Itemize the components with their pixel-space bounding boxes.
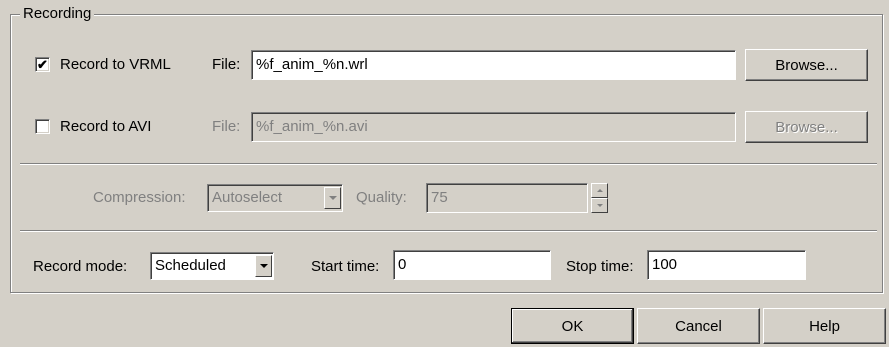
quality-spinner[interactable]: [591, 183, 608, 213]
spin-up-icon[interactable]: [591, 183, 608, 198]
separator: [20, 230, 877, 232]
vrml-browse-button[interactable]: Browse...: [745, 49, 868, 81]
quality-input[interactable]: 75: [426, 183, 588, 213]
compression-value: Autoselect: [212, 189, 283, 206]
record-mode-label: Record mode:: [33, 258, 128, 275]
separator: [20, 163, 877, 165]
help-button[interactable]: Help: [763, 308, 886, 344]
spin-down-icon[interactable]: [591, 198, 608, 213]
compression-select[interactable]: Autoselect: [207, 184, 343, 212]
start-time-input[interactable]: 0: [393, 250, 551, 280]
record-vrml-checkbox[interactable]: ✔: [35, 57, 50, 72]
avi-file-input[interactable]: %f_anim_%n.avi: [251, 112, 736, 142]
chevron-down-icon[interactable]: [255, 255, 272, 277]
record-avi-checkbox[interactable]: [35, 119, 50, 134]
record-mode-select[interactable]: Scheduled: [150, 252, 274, 280]
quality-label: Quality:: [356, 189, 407, 206]
record-avi-label: Record to AVI: [60, 118, 152, 135]
vrml-file-label: File:: [212, 56, 241, 73]
recording-group-title: Recording: [20, 5, 95, 23]
stop-time-input[interactable]: 100: [647, 250, 806, 280]
record-mode-value: Scheduled: [155, 257, 226, 274]
start-time-label: Start time:: [311, 258, 380, 275]
record-vrml-label: Record to VRML: [60, 56, 171, 73]
stop-time-label: Stop time:: [566, 258, 634, 275]
vrml-file-input[interactable]: %f_anim_%n.wrl: [251, 50, 736, 80]
avi-browse-button[interactable]: Browse...: [745, 111, 868, 143]
ok-button[interactable]: OK: [511, 308, 634, 344]
compression-label: Compression:: [93, 189, 186, 206]
cancel-button[interactable]: Cancel: [637, 308, 760, 344]
chevron-down-icon[interactable]: [324, 187, 341, 209]
avi-file-label: File:: [212, 118, 241, 135]
